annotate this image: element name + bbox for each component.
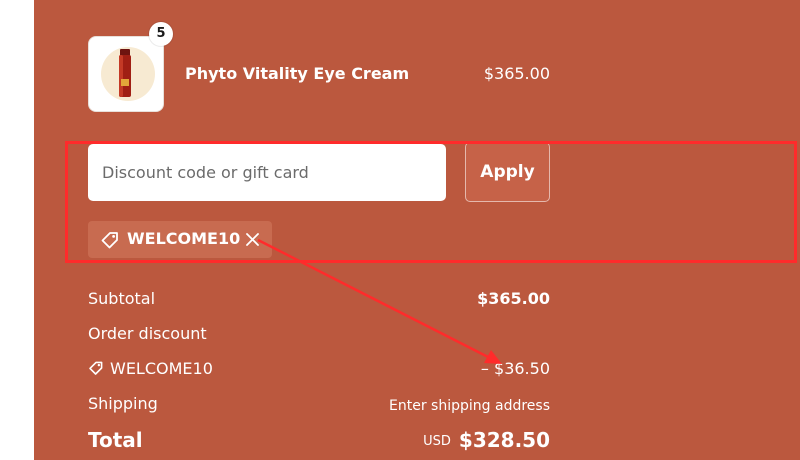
- shipping-label: Shipping: [88, 394, 158, 413]
- product-price: $365.00: [483, 64, 550, 83]
- applied-discount-chip: WELCOME10: [88, 221, 272, 258]
- total-row-value: USD $328.50: [423, 430, 550, 452]
- tag-icon: [89, 361, 103, 375]
- total-currency: USD: [423, 434, 451, 449]
- subtotal-value: $365.00: [477, 289, 550, 308]
- discount-code-label: WELCOME10: [110, 359, 213, 378]
- tag-icon: [101, 232, 118, 249]
- total-amount: $328.50: [458, 428, 550, 452]
- product-name: Phyto Vitality Eye Cream: [185, 64, 410, 83]
- total-label: Total: [88, 428, 143, 452]
- apply-button[interactable]: Apply: [465, 142, 550, 202]
- applied-code-label: WELCOME10: [127, 229, 241, 248]
- discount-code-input[interactable]: [88, 144, 446, 201]
- discount-code-row: WELCOME10: [88, 359, 213, 379]
- quantity-badge: 5: [149, 22, 173, 46]
- cream-bottle-image: [119, 49, 131, 97]
- product-thumbnail: [88, 36, 164, 112]
- remove-discount-icon[interactable]: [245, 232, 260, 247]
- subtotal-label: Subtotal: [88, 289, 156, 308]
- shipping-value: Enter shipping address: [389, 398, 550, 414]
- discount-amount: – $36.50: [480, 359, 550, 378]
- order-discount-label: Order discount: [88, 324, 207, 343]
